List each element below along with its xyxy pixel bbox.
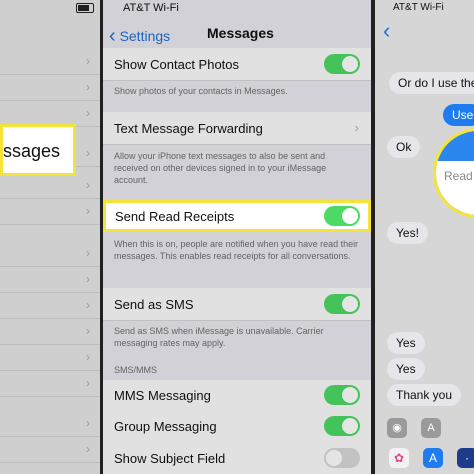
app-icon[interactable]: · (457, 448, 474, 468)
status-bar: AT&T Wi-Fi (375, 0, 474, 16)
settings-row[interactable]: › (0, 198, 100, 225)
battery-icon (76, 3, 94, 13)
app-store-icon[interactable]: A (421, 418, 441, 438)
read-receipt-zoom-callout: Read (433, 128, 474, 218)
chevron-right-icon: › (86, 416, 90, 430)
status-bar: AT&T Wi-Fi (103, 0, 371, 16)
subject-field-toggle[interactable] (324, 448, 360, 468)
group-messaging-toggle[interactable] (324, 416, 360, 436)
message-bubble-received: Or do I use the (389, 72, 474, 94)
row-label: MMS Messaging (114, 388, 211, 403)
conversation-panel: AT&T Wi-Fi ‹ Or do I use the Use Ok Yes!… (375, 0, 474, 474)
settings-row[interactable]: › (0, 74, 100, 101)
chevron-right-icon: › (86, 376, 90, 390)
row-label: Show Subject Field (114, 451, 226, 466)
chevron-right-icon: › (86, 442, 90, 456)
chevron-left-icon: ‹ (109, 25, 116, 47)
chevron-right-icon: › (86, 204, 90, 218)
photos-icon[interactable]: ✿ (389, 448, 409, 468)
toggle-knob (326, 450, 342, 466)
settings-row[interactable]: › (0, 48, 100, 75)
toggle-knob (342, 418, 358, 434)
row-label: Text Message Forwarding (114, 121, 263, 136)
message-bubble-received: Thank you (387, 384, 462, 406)
back-label: Settings (119, 28, 171, 44)
messages-callout[interactable]: ssages (0, 124, 76, 176)
carrier-label: AT&T Wi-Fi (393, 2, 444, 13)
toggle-knob (342, 296, 358, 312)
settings-row[interactable]: › (0, 318, 100, 345)
message-bubble-received: Ok (387, 136, 421, 158)
contact-photos-toggle[interactable] (324, 54, 360, 74)
settings-row[interactable]: › (0, 344, 100, 371)
chevron-right-icon: › (86, 178, 90, 192)
row-mms-messaging: MMS Messaging (103, 380, 371, 412)
row-send-as-sms: Send as SMS (103, 288, 371, 321)
send-as-sms-note: Send as SMS when iMessage is unavailable… (114, 326, 324, 348)
message-bubble-received: Yes (387, 358, 425, 380)
settings-row[interactable]: › (0, 100, 100, 127)
row-show-subject-field: Show Subject Field (103, 442, 371, 474)
row-label: Send as SMS (114, 297, 194, 312)
left-screenshot-panel: › › › › › › › › › › › › › › ssages (0, 0, 100, 474)
read-receipts-toggle[interactable] (324, 206, 360, 226)
messages-settings-panel: AT&T Wi-Fi ‹ Settings Messages Show Cont… (103, 0, 371, 474)
chevron-right-icon: › (86, 106, 90, 120)
contact-photos-note: Show photos of your contacts in Messages… (114, 86, 288, 96)
chevron-right-icon: › (86, 54, 90, 68)
app-store-app-icon[interactable]: A (423, 448, 443, 468)
chevron-right-icon: › (86, 350, 90, 364)
chevron-right-icon: › (86, 298, 90, 312)
message-input-tray: ◉ A ✿ A · (375, 414, 474, 474)
settings-row[interactable]: › (0, 266, 100, 293)
nav-bar: ‹ (375, 16, 474, 48)
settings-row[interactable]: › (0, 370, 100, 397)
chevron-right-icon: › (354, 120, 359, 135)
row-text-message-forwarding[interactable]: Text Message Forwarding › (103, 112, 371, 145)
chevron-right-icon: › (86, 272, 90, 286)
back-button[interactable]: ‹ (383, 18, 390, 44)
settings-row[interactable]: › (0, 292, 100, 319)
chevron-right-icon: › (86, 246, 90, 260)
section-header-sms-mms: SMS/MMS (114, 365, 158, 375)
carrier-label: AT&T Wi-Fi (123, 2, 179, 14)
toggle-knob (342, 56, 358, 72)
settings-row[interactable]: › (0, 436, 100, 463)
read-receipts-note: When this is on, people are notified whe… (114, 239, 359, 261)
messages-callout-label: ssages (3, 141, 61, 161)
status-bar (0, 0, 100, 16)
settings-row[interactable]: › (0, 410, 100, 437)
page-title: Messages (207, 25, 274, 41)
row-group-messaging: Group Messaging (103, 411, 371, 443)
send-as-sms-toggle[interactable] (324, 294, 360, 314)
nav-bar: ‹ Settings Messages (103, 16, 371, 48)
message-bubble-sent: Use (443, 104, 474, 126)
toggle-knob (342, 208, 358, 224)
chevron-right-icon: › (86, 324, 90, 338)
row-label: Send Read Receipts (115, 209, 235, 224)
chevron-right-icon: › (86, 146, 90, 160)
row-show-contact-photos: Show Contact Photos (103, 48, 371, 81)
row-label: Group Messaging (114, 419, 217, 434)
chevron-right-icon: › (86, 80, 90, 94)
toggle-knob (342, 387, 358, 403)
message-bubble-received: Yes (387, 332, 425, 354)
message-bubble-received: Yes! (387, 222, 428, 244)
camera-icon[interactable]: ◉ (387, 418, 407, 438)
mms-messaging-toggle[interactable] (324, 385, 360, 405)
row-send-read-receipts: Send Read Receipts (103, 200, 371, 232)
back-button[interactable]: ‹ Settings (109, 24, 170, 47)
settings-row[interactable]: › (0, 240, 100, 267)
forwarding-note: Allow your iPhone text messages to also … (114, 151, 327, 185)
row-label: Show Contact Photos (114, 57, 240, 72)
settings-row[interactable]: › (0, 172, 100, 199)
zoom-read-label: Read (444, 169, 473, 183)
